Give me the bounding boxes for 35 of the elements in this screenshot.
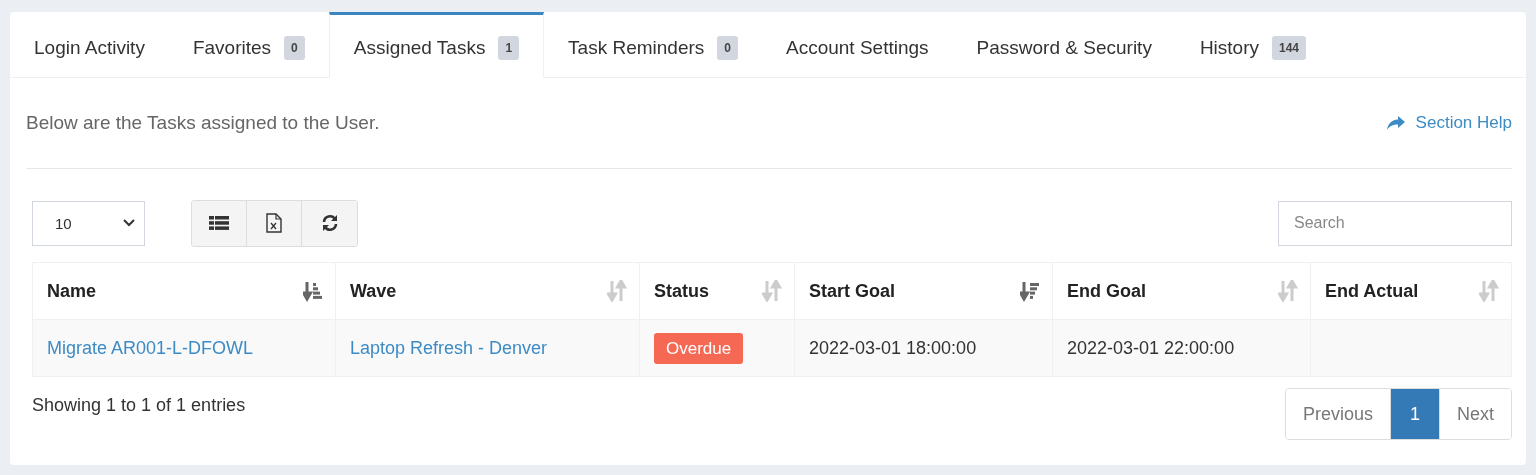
tab[interactable]: Assigned Tasks 1 bbox=[328, 12, 545, 78]
tab[interactable]: Password & Security bbox=[952, 12, 1176, 78]
column-header[interactable]: End Actual bbox=[1310, 262, 1512, 320]
column-list-button[interactable] bbox=[192, 200, 247, 246]
count-badge: 0 bbox=[717, 36, 738, 60]
column-header[interactable]: Wave bbox=[335, 262, 640, 320]
refresh-icon bbox=[320, 214, 339, 232]
tab[interactable]: Account Settings bbox=[762, 12, 953, 78]
spreadsheet-file-icon bbox=[266, 213, 282, 233]
tab[interactable]: Task Reminders 0 bbox=[544, 12, 762, 78]
search-field[interactable]: Search bbox=[1278, 200, 1512, 246]
column-header[interactable]: Name bbox=[32, 262, 336, 320]
column-header[interactable]: Start Goal bbox=[794, 262, 1053, 320]
section-help-link[interactable]: Section Help bbox=[1385, 113, 1512, 133]
count-badge: 0 bbox=[284, 36, 305, 60]
page-length-select[interactable]: 10 bbox=[32, 200, 145, 246]
tab[interactable]: History 144 bbox=[1175, 12, 1331, 78]
chevron-down-icon bbox=[122, 218, 136, 228]
share-arrow-icon bbox=[1385, 115, 1406, 131]
column-header[interactable]: Status bbox=[639, 262, 795, 320]
tab[interactable]: Login Activity bbox=[10, 12, 169, 78]
description-text: Below are the Tasks assigned to the User. bbox=[26, 112, 380, 134]
refresh-button[interactable] bbox=[302, 200, 357, 246]
table-cell: 2022-03-01 18:00:00 bbox=[809, 337, 977, 358]
list-icon bbox=[209, 215, 229, 231]
page-button[interactable]: Previous bbox=[1285, 389, 1391, 439]
table-cell: 2022-03-01 22:00:00 bbox=[1067, 337, 1235, 358]
page-button[interactable]: 1 bbox=[1390, 389, 1440, 439]
column-header[interactable]: End Goal bbox=[1052, 262, 1311, 320]
count-badge: 1 bbox=[498, 35, 520, 60]
count-badge: 144 bbox=[1272, 36, 1307, 60]
excel-export-button[interactable] bbox=[247, 200, 302, 246]
entries-info-text: Showing 1 to 1 of 1 entries bbox=[32, 395, 246, 416]
status-badge: Overdue bbox=[654, 332, 744, 364]
tab[interactable]: Favorites 0 bbox=[168, 12, 329, 78]
